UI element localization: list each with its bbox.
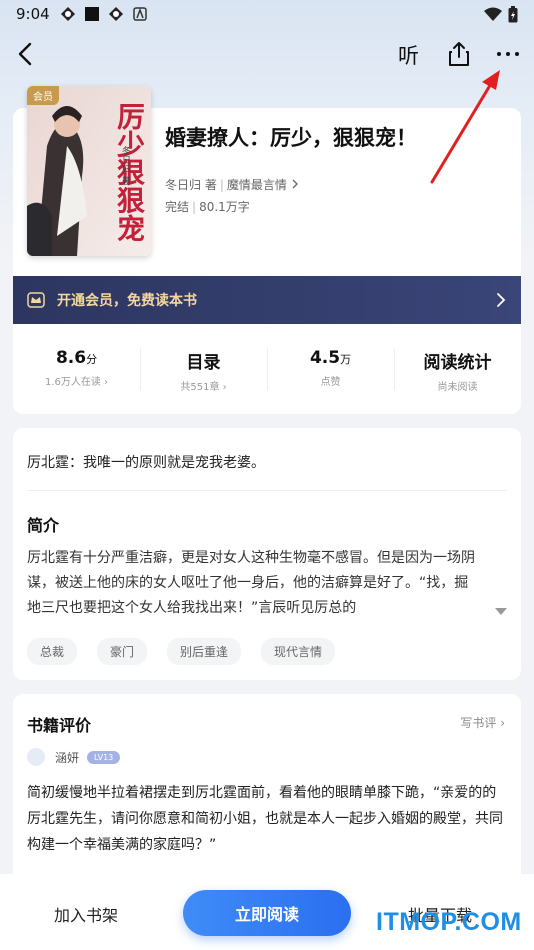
app-notification-icon [60,7,75,21]
avatar[interactable] [27,748,45,766]
vip-banner-label: 开通会员，免费读本书 [57,293,197,309]
book-status-line: 完结 | 80.1万字 [165,200,250,214]
book-quote: 厉北霆：我唯一的原则就是宠我老婆。 [27,455,265,471]
add-to-shelf-button[interactable]: 加入书架 [54,902,118,926]
book-author-category[interactable]: 冬日归 著 | 魔情最言情 [165,176,299,193]
vip-banner[interactable]: 开通会员，免费读本书 [13,276,521,324]
book-cover[interactable]: 会员 厉少狠狠宠 冬日归 著 [27,86,151,256]
tag[interactable]: 总裁 [27,638,78,665]
crown-icon [27,292,45,308]
status-time: 9:04 [16,5,50,23]
stat-sub: 点赞 [320,377,341,388]
intro-card: 厉北霆：我唯一的原则就是宠我老婆。 简介 厉北霆有十分严重洁癖，更是对女人这种生… [13,428,521,680]
tag[interactable]: 豪门 [97,638,148,665]
stats-row: 8.6分 1.6万人在读 › 目录 共551章 › 4.5万 点赞 阅读统计 尚… [13,338,521,398]
stat-reading[interactable]: 阅读统计 尚未阅读 [394,338,521,398]
stat-sub: 共551章 [180,382,220,393]
stat-unit: 万 [340,353,352,366]
expand-down-icon[interactable] [495,608,507,616]
write-review-label: 写书评 [460,716,497,730]
stat-sub: 1.6万人在读 [44,377,101,388]
battery-icon [508,5,518,22]
stat-value: 4.5 [309,348,341,368]
stat-sub: 尚未阅读 [437,382,478,393]
wifi-icon [484,7,502,21]
stat-value: 8.6 [55,348,87,368]
stat-rating[interactable]: 8.6分 1.6万人在读 › [13,338,140,398]
app-notification-icon-2 [108,7,123,21]
word-count: 80.1万字 [199,200,250,214]
stat-value: 阅读统计 [423,353,492,373]
square-notification-icon [84,7,99,21]
level-badge: LV13 [87,750,121,764]
intro-title: 简介 [27,516,60,535]
tag-list: 总裁 豪门 别后重逢 现代言情 [27,638,336,665]
notification-icons [60,6,148,22]
status-bar: 9:04 [0,0,534,28]
tag[interactable]: 别后重逢 [167,638,242,665]
listen-button[interactable]: 听 [398,40,419,70]
stat-value: 目录 [186,353,221,373]
cover-vip-badge: 会员 [27,86,59,105]
read-now-button[interactable]: 立即阅读 [183,890,351,936]
cover-author: 冬日归 著 [120,146,130,185]
divider [27,490,507,491]
review-card: 书籍评价 写书评 › 涵妍 LV13 简初缓慢地半拉着裙摆走到厉北霆面前，看着他… [13,694,521,894]
book-category: 魔情最言情 [226,178,287,192]
stat-unit: 分 [86,353,98,366]
author-name: 冬日归 著 [165,178,217,192]
chevron-right-icon [497,293,506,307]
reviewer-name: 涵妍 [55,750,80,765]
review-title: 书籍评价 [27,716,92,735]
write-review-link[interactable]: 写书评 › [460,714,505,731]
stat-catalog[interactable]: 目录 共551章 › [140,338,267,398]
system-icons [484,5,518,23]
watermark: ITMOP.COM [376,908,522,936]
tag[interactable]: 现代言情 [261,638,336,665]
intro-text: 厉北霆有十分严重洁癖，更是对女人这种生物毫不感冒。但是因为一场阴谋，被送上他的床… [27,550,475,616]
cover-title: 厉少狠狠宠 [113,102,146,242]
review-text: 简初缓慢地半拉着裙摆走到厉北霆面前，看着他的眼睛单膝下跪，“亲爱的的厉北霆先生，… [27,785,503,853]
stat-likes[interactable]: 4.5万 点赞 [267,338,394,398]
book-status: 完结 [165,200,190,214]
book-title: 婚妻撩人：厉少，狠狠宠！ [165,126,417,150]
reviewer-info: 涵妍 LV13 [27,748,121,766]
a-notification-icon [132,7,147,21]
back-arrow-icon[interactable] [12,40,40,68]
annotation-arrow-icon [430,70,500,184]
chevron-right-icon [292,179,298,189]
